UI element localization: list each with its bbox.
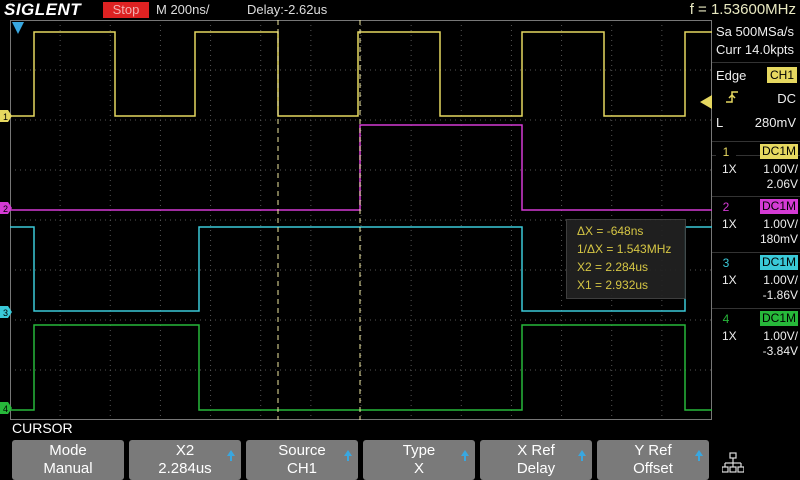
cursor-readout-box: ΔX = -648ns 1/ΔX = 1.543MHz X2 = 2.284us… <box>566 219 686 299</box>
channel-4-probe: 1X <box>722 329 737 343</box>
channel-3-coupling: DC1M <box>760 255 798 270</box>
x1-readout: X1 = 2.932us <box>577 278 649 292</box>
type-button-label: Type <box>402 442 436 459</box>
trigger-source: CH1 <box>767 67 797 83</box>
mode-button-label: Mode <box>49 442 87 459</box>
channel-ground-label: 4 <box>3 404 8 414</box>
source-button[interactable]: Source CH1 <box>246 440 358 480</box>
adjust-arrow-icon <box>695 450 703 461</box>
x2-button-value: 2.284us <box>158 460 212 477</box>
channel-ground-label: 1 <box>3 112 8 122</box>
channel-4-coupling: DC1M <box>760 311 798 326</box>
inverse-delta-x-readout: 1/ΔX = 1.543MHz <box>577 242 672 256</box>
frequency-counter: f = 1.53600MHz <box>689 1 796 18</box>
menu-title: CURSOR <box>12 420 73 436</box>
brand-logo: SIGLENT <box>4 0 82 19</box>
channel-ground-markers: 1 2 3 4 <box>0 110 12 414</box>
trigger-level-label: L <box>716 115 724 130</box>
source-button-label: Source <box>278 442 326 459</box>
channel-3-offset: -1.86V <box>762 288 798 302</box>
channel-1-scale: 1.00V/ <box>763 162 798 176</box>
channel-2-offset: 180mV <box>759 232 798 246</box>
trigger-level: 280mV <box>754 115 796 130</box>
channel-3-probe: 1X <box>722 273 737 287</box>
sample-rate: Sa 500MSa/s <box>716 24 795 39</box>
trigger-position-icon[interactable] <box>12 22 24 36</box>
channel-2-number: 2 <box>716 200 736 214</box>
delay-readout[interactable]: Delay:-2.62us <box>247 0 327 20</box>
delta-x-readout: ΔX = -648ns <box>577 224 644 238</box>
channel-4-info[interactable]: 4 DC1M 1X 1.00V/ -3.84V <box>712 308 800 363</box>
mode-button-value: Manual <box>43 460 93 477</box>
y-ref-button-value: Offset <box>633 460 673 477</box>
rising-edge-icon <box>726 91 738 103</box>
trigger-type: Edge <box>716 68 747 83</box>
channel-1-info[interactable]: 1 DC1M 1X 1.00V/ 2.06V <box>712 141 800 196</box>
adjust-arrow-icon <box>578 450 586 461</box>
network-icon[interactable] <box>722 452 744 474</box>
adjust-arrow-icon <box>227 450 235 461</box>
channel-1-probe: 1X <box>722 162 737 176</box>
channel-3-scale: 1.00V/ <box>763 273 798 287</box>
channel-1-coupling: DC1M <box>760 144 798 159</box>
y-ref-button[interactable]: Y Ref Offset <box>597 440 709 480</box>
type-button-value: X <box>413 460 424 477</box>
channel-2-probe: 1X <box>722 217 737 231</box>
channel-2-info[interactable]: 2 DC1M 1X 1.00V/ 180mV <box>712 196 800 251</box>
source-button-value: CH1 <box>286 460 317 477</box>
channel-4-number: 4 <box>716 312 736 326</box>
type-button[interactable]: Type X <box>363 440 475 480</box>
channel-3-info[interactable]: 3 DC1M 1X 1.00V/ -1.86V <box>712 252 800 307</box>
x2-button-label: X2 <box>175 442 195 459</box>
channel-ground-label: 3 <box>3 308 8 318</box>
channel-3-number: 3 <box>716 256 736 270</box>
channel-1-number: 1 <box>716 145 736 159</box>
x-ref-button-value: Delay <box>516 460 556 477</box>
x-ref-button[interactable]: X Ref Delay <box>480 440 592 480</box>
y-ref-button-label: Y Ref <box>634 442 672 459</box>
channel-2-coupling: DC1M <box>760 199 798 214</box>
channel-2-scale: 1.00V/ <box>763 217 798 231</box>
memory-depth: Curr 14.0kpts <box>716 42 795 57</box>
x2-button[interactable]: X2 2.284us <box>129 440 241 480</box>
channel-ground-label: 2 <box>3 204 8 214</box>
adjust-arrow-icon <box>461 450 469 461</box>
mode-button[interactable]: Mode Manual <box>12 440 124 480</box>
x2-readout: X2 = 2.284us <box>577 260 649 274</box>
right-info-panel: Sa 500MSa/s Curr 14.0kpts Edge CH1 DC L … <box>712 20 800 436</box>
timebase-readout[interactable]: M 200ns/ <box>156 0 209 20</box>
trigger-coupling: DC <box>777 91 796 106</box>
channel-1-offset: 2.06V <box>766 177 798 191</box>
x-ref-button-label: X Ref <box>517 442 555 459</box>
run-stop-indicator[interactable]: Stop <box>103 2 149 18</box>
channel-4-scale: 1.00V/ <box>763 329 798 343</box>
trigger-level-icon[interactable] <box>700 95 712 109</box>
channel-4-offset: -3.84V <box>762 344 798 358</box>
adjust-arrow-icon <box>344 450 352 461</box>
